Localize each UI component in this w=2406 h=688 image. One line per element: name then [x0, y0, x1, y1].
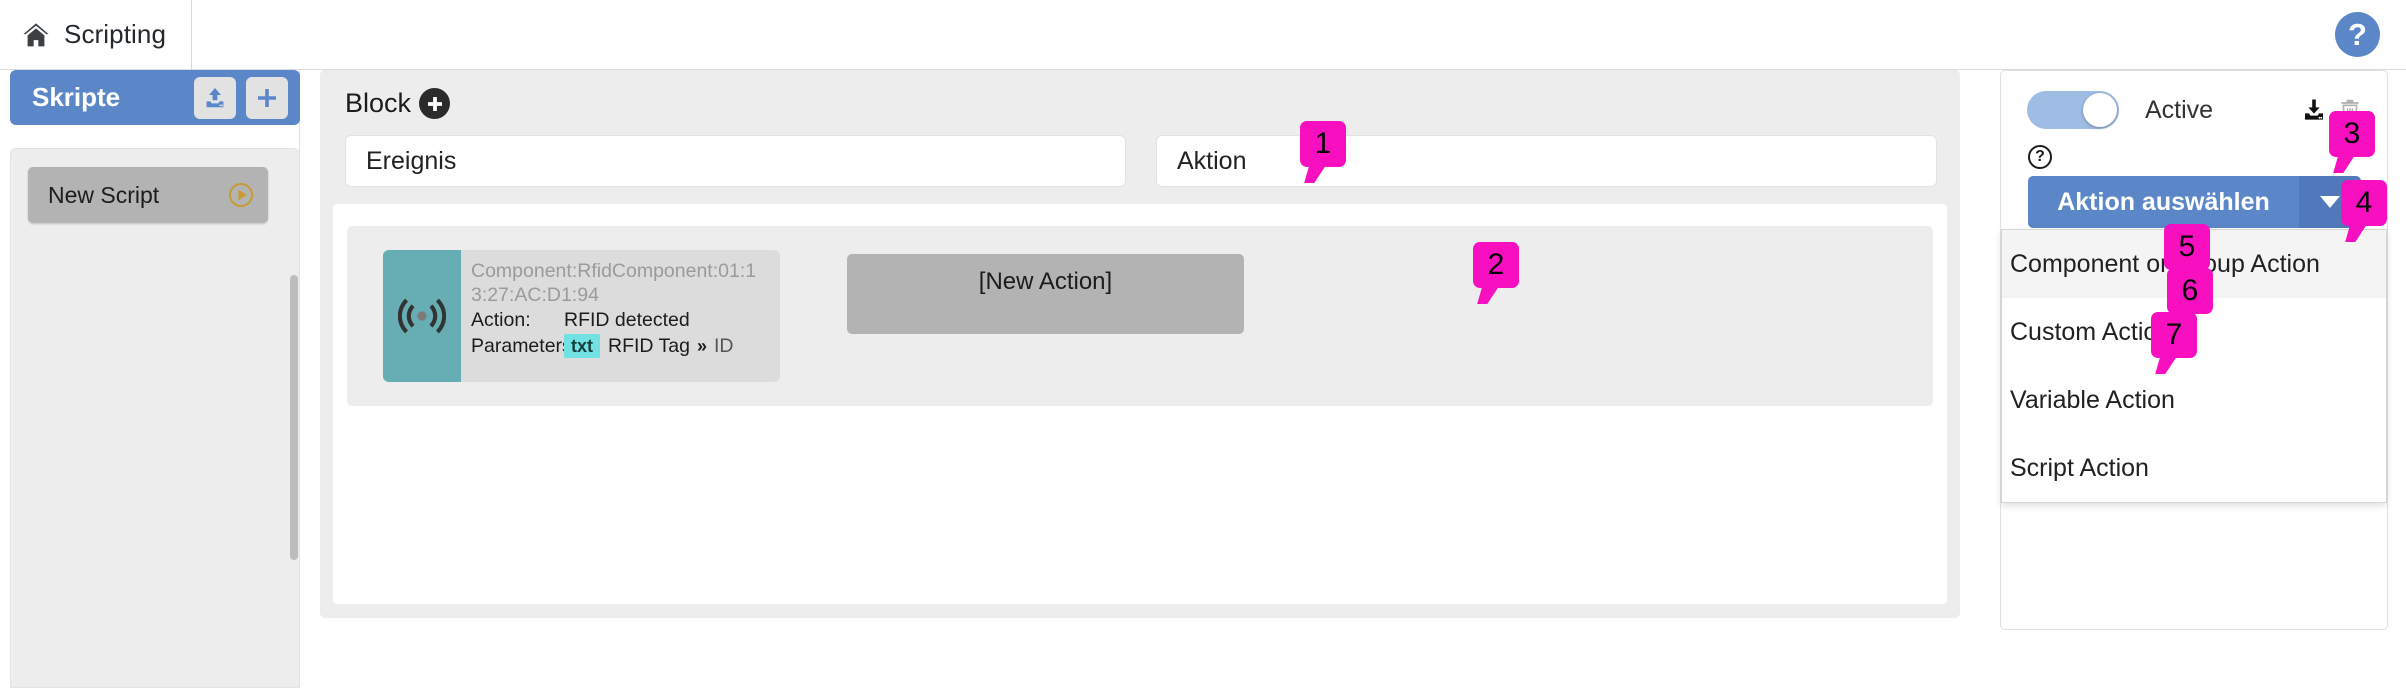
event-card-body: Component:RfidComponent:01:13:27:AC:D1:9… — [461, 250, 780, 382]
rfid-wave-icon — [398, 294, 446, 338]
select-action-label: Aktion auswählen — [2028, 176, 2299, 228]
dropdown-item-label: Variable Action — [2010, 385, 2175, 414]
breadcrumb: Scripting — [22, 0, 192, 69]
event-card-icon-panel — [383, 250, 461, 382]
annotation-number: 3 — [2343, 117, 2361, 150]
event-card[interactable]: Component:RfidComponent:01:13:27:AC:D1:9… — [383, 250, 780, 382]
annotation-number: 4 — [2355, 186, 2373, 219]
annotation-marker-5: 5 — [2164, 224, 2210, 270]
play-circle-icon[interactable] — [228, 182, 254, 208]
new-action-label: [New Action] — [978, 268, 1113, 295]
dropdown-item-label: Custom Action — [2010, 317, 2172, 346]
annotation-number: 7 — [2165, 318, 2183, 351]
annotation-marker-6: 6 — [2167, 268, 2213, 314]
block-panel: Block Ereignis Aktion Component:RfidComp… — [320, 70, 1960, 618]
upload-icon — [203, 86, 227, 110]
param-type-badge: txt — [564, 333, 600, 358]
annotation-marker-2: 2 — [1473, 242, 1519, 288]
annotation-marker-7: 7 — [2151, 312, 2197, 358]
chevron-right-double-icon: » — [697, 335, 708, 356]
help-button-label: ? — [2348, 17, 2367, 52]
param-name: RFID Tag — [608, 334, 690, 357]
dropdown-item-label: Script Action — [2010, 453, 2149, 482]
annotation-marker-1: 1 — [1300, 121, 1346, 167]
toggle-knob — [2083, 93, 2117, 127]
dropdown-item-script-action[interactable]: Script Action — [2002, 434, 2386, 502]
dropdown-item-variable-action[interactable]: Variable Action — [2002, 366, 2386, 434]
block-body: Component:RfidComponent:01:13:27:AC:D1:9… — [333, 204, 1947, 604]
scripts-panel-header: Skripte — [10, 70, 300, 125]
annotation-number: 1 — [1314, 127, 1332, 160]
download-icon — [2301, 97, 2327, 123]
block-drop-zone: Component:RfidComponent:01:13:27:AC:D1:9… — [347, 226, 1933, 406]
new-action-placeholder[interactable]: [New Action] — [847, 254, 1244, 334]
param-value: ID — [714, 334, 734, 357]
block-fields-row: Ereignis Aktion — [345, 135, 1937, 187]
chevron-down-icon — [2320, 196, 2340, 208]
active-label: Active — [2145, 95, 2214, 124]
scripts-sidebar: Skripte New Script — [0, 70, 300, 688]
download-button[interactable] — [2301, 97, 2327, 123]
scripts-panel-title: Skripte — [32, 82, 121, 112]
page-title: Scripting — [64, 19, 167, 49]
annotation-marker-3: 3 — [2329, 111, 2375, 157]
action-field-label: Aktion — [1177, 146, 1247, 175]
annotation-number: 6 — [2181, 274, 2199, 307]
sidebar-scrollbar[interactable] — [290, 275, 298, 560]
event-component-id: Component:RfidComponent:01:13:27:AC:D1:9… — [471, 260, 757, 307]
event-parameters-key: Parameters: — [471, 334, 578, 357]
question-circle-icon[interactable]: ? — [2028, 145, 2052, 169]
question-mark-label: ? — [2035, 148, 2045, 165]
action-field[interactable]: Aktion — [1156, 135, 1937, 187]
script-name: New Script — [48, 181, 160, 208]
add-script-button[interactable] — [246, 76, 288, 119]
upload-script-button[interactable] — [194, 76, 236, 119]
script-list: New Script — [10, 148, 300, 688]
annotation-number: 2 — [1487, 248, 1505, 281]
add-block-button[interactable] — [419, 88, 451, 119]
help-button[interactable]: ? — [2335, 12, 2380, 57]
plus-icon — [255, 86, 279, 110]
home-icon — [22, 22, 50, 48]
annotation-number: 5 — [2178, 230, 2196, 263]
event-field[interactable]: Ereignis — [345, 135, 1126, 187]
list-item[interactable]: New Script — [28, 167, 268, 223]
active-toggle[interactable] — [2027, 91, 2119, 129]
annotation-marker-4: 4 — [2341, 180, 2387, 226]
active-toggle-row: Active — [2027, 89, 2363, 131]
block-header: Block — [345, 88, 451, 119]
top-header-bar: Scripting ? — [0, 0, 2406, 70]
event-action-key: Action: — [471, 309, 531, 332]
select-action-button[interactable]: Aktion auswählen — [2028, 176, 2361, 228]
block-title: Block — [345, 88, 412, 118]
event-action-line: Action: RFID detected — [471, 308, 770, 332]
event-field-label: Ereignis — [366, 146, 457, 175]
event-parameters-line: Parameters: txt RFID Tag » ID — [471, 333, 770, 358]
event-action-value: RFID detected — [564, 309, 690, 332]
